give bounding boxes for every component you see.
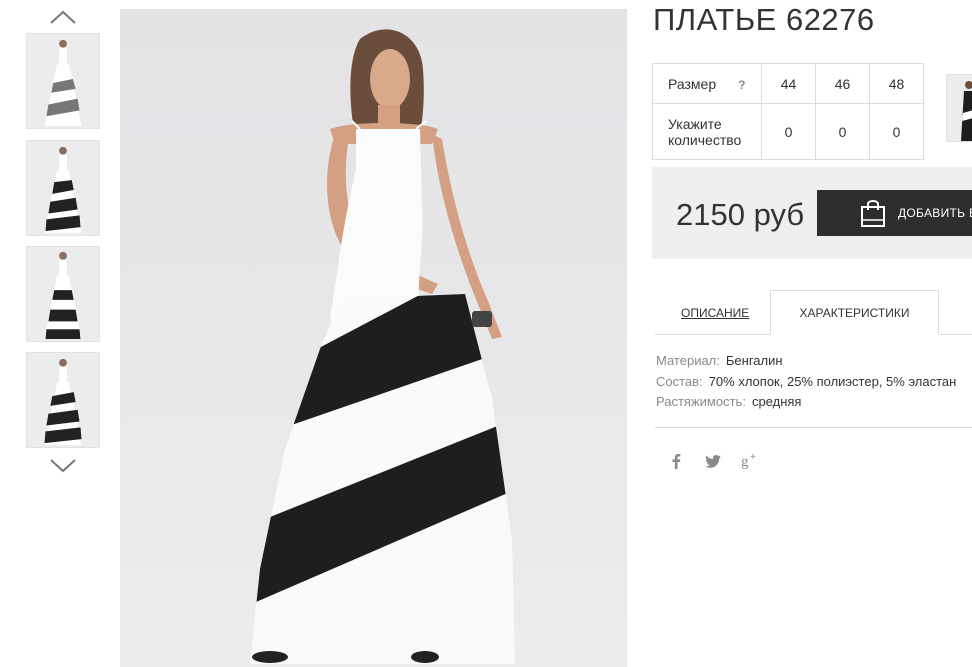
thumbnails-down-arrow[interactable] [48, 458, 78, 474]
size-label-cell: Размер? [652, 63, 762, 104]
spec-value: 70% хлопок, 25% полиэстер, 5% эластан [708, 374, 957, 389]
spec-key: Растяжимость: [656, 394, 746, 409]
quantity-label-cell: Укажите количество [652, 103, 762, 160]
spec-key: Состав: [656, 374, 703, 389]
size-option-48[interactable]: 48 [869, 63, 924, 104]
quantity-label-line1: Укажите [668, 115, 722, 132]
add-to-cart-label: ДОБАВИТЬ В [898, 206, 972, 220]
chevron-up-icon [50, 10, 76, 24]
svg-text:g: g [741, 454, 749, 469]
chevron-down-icon [50, 459, 76, 473]
size-option-44[interactable]: 44 [761, 63, 816, 104]
svg-text:+: + [750, 453, 756, 463]
main-product-photo[interactable] [120, 9, 627, 667]
thumbnail-4[interactable] [26, 352, 100, 448]
quantity-input-46[interactable]: 0 [815, 103, 870, 160]
product-title: ПЛАТЬЕ 62276 [653, 2, 875, 37]
thumbnail-3[interactable] [26, 246, 100, 342]
facebook-icon[interactable] [668, 450, 684, 472]
quantity-input-48[interactable]: 0 [869, 103, 924, 160]
thumbnail-2[interactable] [26, 140, 100, 236]
size-help-icon[interactable]: ? [738, 78, 745, 92]
price-box: 2150 руб ДОБАВИТЬ В [652, 167, 972, 259]
add-to-cart-button[interactable]: ДОБАВИТЬ В [817, 190, 972, 236]
size-label: Размер [668, 75, 717, 92]
product-price: 2150 руб [676, 197, 805, 232]
size-quantity-table: Размер? 44 46 48 Укажите количество 0 0 … [652, 63, 924, 160]
share-divider [655, 427, 972, 428]
quantity-input-44[interactable]: 0 [761, 103, 816, 160]
spec-value: средняя [751, 394, 802, 409]
twitter-icon[interactable] [704, 450, 722, 472]
google-plus-icon[interactable]: g + [740, 450, 762, 472]
thumbnail-1[interactable] [26, 33, 100, 129]
size-option-46[interactable]: 46 [815, 63, 870, 104]
spec-composition: Состав: 70% хлопок, 25% полиэстер, 5% эла… [656, 374, 956, 389]
spec-value: Бенгалин [725, 353, 783, 368]
shopping-bag-icon [861, 200, 885, 227]
color-variant-thumbnail[interactable] [946, 74, 972, 142]
quantity-label-line2: количество [668, 131, 742, 148]
tab-description[interactable]: ОПИСАНИЕ [681, 306, 749, 320]
spec-material: Материал: Бенгалин [656, 353, 783, 368]
tab-characteristics[interactable]: ХАРАКТЕРИСТИКИ [770, 290, 939, 335]
spec-key: Материал: [656, 353, 720, 368]
thumbnails-up-arrow[interactable] [48, 9, 78, 25]
spec-stretch: Растяжимость: средняя [656, 394, 801, 409]
